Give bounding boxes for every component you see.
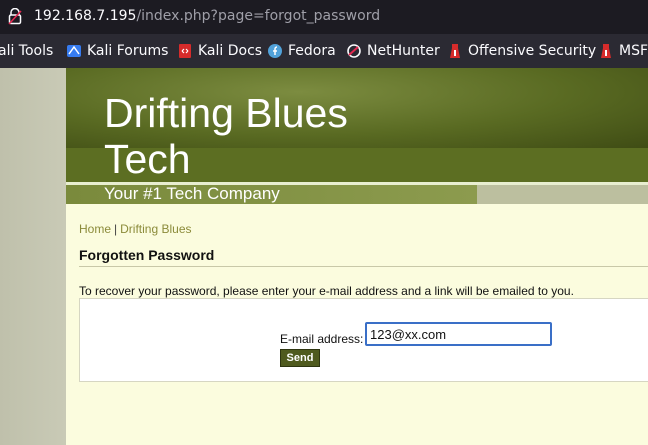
msfu-icon xyxy=(601,44,611,58)
tagline-bar-end xyxy=(477,185,648,204)
web-page: Drifting Blues Tech Your #1 Tech Company… xyxy=(0,68,648,445)
bookmark-offensive-security[interactable]: Offensive Security xyxy=(447,42,596,60)
nethunter-icon xyxy=(347,44,361,58)
bookmark-msfu[interactable]: MSFU xyxy=(598,42,648,60)
bookmark-label: Kali Forums xyxy=(87,43,169,59)
send-button[interactable]: Send xyxy=(280,349,320,367)
kali-forums-icon xyxy=(67,45,81,57)
bookmark-label: MSFU xyxy=(619,43,648,59)
instructions-text: To recover your password, please enter y… xyxy=(79,284,574,298)
site-header: Drifting Blues Tech Your #1 Tech Company xyxy=(66,68,648,204)
url-text[interactable]: 192.168.7.195/index.php?page=forgot_pass… xyxy=(34,8,380,25)
bookmark-label: Offensive Security xyxy=(468,43,597,59)
bookmark-label: ali Tools xyxy=(0,43,54,59)
bookmark-label: Fedora xyxy=(288,43,336,59)
bookmark-label: Kali Docs xyxy=(198,43,263,59)
bookmark-fedora[interactable]: Fedora xyxy=(267,42,336,60)
url-host: 192.168.7.195 xyxy=(34,8,137,24)
url-path: /index.php?page=forgot_password xyxy=(136,8,381,24)
site-tagline: Your #1 Tech Company xyxy=(104,184,280,203)
breadcrumb-home-link[interactable]: Home xyxy=(79,222,111,236)
breadcrumb-current-link[interactable]: Drifting Blues xyxy=(120,222,191,236)
offsec-icon xyxy=(450,44,460,58)
lock-icon[interactable] xyxy=(8,8,22,25)
bookmarks-bar: ali Tools Kali Forums Kali Docs Fedora N… xyxy=(0,34,648,68)
url-bar[interactable]: 192.168.7.195/index.php?page=forgot_pass… xyxy=(0,0,648,34)
page-title: Forgotten Password xyxy=(79,247,215,263)
email-field[interactable] xyxy=(365,322,552,346)
heading-divider xyxy=(79,266,648,267)
kali-docs-icon xyxy=(179,44,191,58)
bookmark-kali-forums[interactable]: Kali Forums xyxy=(66,42,168,60)
forgot-password-form: E-mail address: Send xyxy=(79,298,648,382)
breadcrumb-separator: | xyxy=(114,222,118,236)
left-margin xyxy=(0,68,66,445)
email-label: E-mail address: xyxy=(280,332,364,346)
main-content: Home | Drifting Blues Forgotten Password T… xyxy=(66,204,648,445)
bookmark-label: NetHunter xyxy=(367,43,440,59)
fedora-icon xyxy=(268,44,282,58)
breadcrumb: Home | Drifting Blues xyxy=(79,222,192,236)
bookmark-kali-tools[interactable]: ali Tools xyxy=(0,42,53,60)
bookmark-kali-docs[interactable]: Kali Docs xyxy=(177,42,262,60)
site-title: Drifting Blues Tech xyxy=(104,90,348,182)
bookmark-nethunter[interactable]: NetHunter xyxy=(346,42,440,60)
